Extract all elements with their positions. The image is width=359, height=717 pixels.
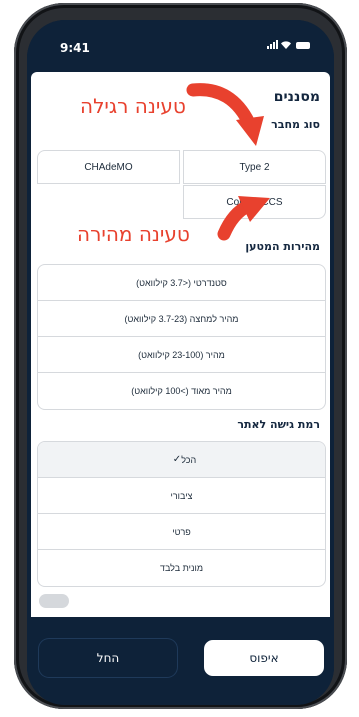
access-option-all-label: הכל [181, 454, 197, 465]
battery-icon [296, 42, 310, 49]
speed-section-title: מהירות המטען [245, 240, 320, 253]
status-bar: 9:41 [27, 20, 334, 72]
filters-sheet: מסננים סוג מחבר Type 2 CHAdeMO Combo CCS… [31, 72, 330, 617]
annotation-regular-charging: טעינה רגילה [80, 94, 186, 118]
speed-option-standard[interactable]: סטנדרטי (<3.7 קילוואט) [38, 265, 325, 301]
status-time: 9:41 [60, 41, 90, 55]
connector-combo-ccs[interactable]: Combo CCS [183, 185, 326, 219]
apply-button[interactable]: החל [39, 639, 177, 677]
speed-list: סטנדרטי (<3.7 קילוואט) מהיר למחצה (3.7-2… [37, 264, 326, 410]
connector-type2[interactable]: Type 2 [183, 150, 326, 184]
access-section-title: רמת גישה לאתר [237, 418, 320, 431]
toggle-switch[interactable] [39, 594, 69, 608]
access-option-taxi[interactable]: מונית בלבד [38, 550, 325, 586]
access-option-private[interactable]: פרטי [38, 514, 325, 550]
wifi-icon [281, 41, 291, 49]
speed-option-fast[interactable]: מהיר (23-100 קילוואט) [38, 337, 325, 373]
signal-icon [267, 40, 278, 49]
access-option-all[interactable]: הכל ✓ [38, 442, 325, 478]
access-list: הכל ✓ ציבורי פרטי מונית בלבד [37, 441, 326, 587]
page-title: מסננים [273, 89, 320, 105]
checkmark-icon: ✓ [172, 454, 182, 465]
reset-button[interactable]: איפוס [203, 639, 325, 677]
connector-section-title: סוג מחבר [271, 118, 320, 131]
access-option-public[interactable]: ציבורי [38, 478, 325, 514]
annotation-fast-charging: טעינה מהירה [77, 222, 190, 246]
phone-screen: 9:41 מסננים סוג מחבר Type 2 CHAdeMO Comb… [27, 20, 334, 705]
speed-option-very-fast[interactable]: מהיר מאוד (>100 קילוואט) [38, 373, 325, 409]
connector-chademo[interactable]: CHAdeMO [37, 150, 180, 184]
speed-option-semi-fast[interactable]: מהיר למחצה (3.7-23 קילוואט) [38, 301, 325, 337]
system-icons [267, 40, 310, 49]
